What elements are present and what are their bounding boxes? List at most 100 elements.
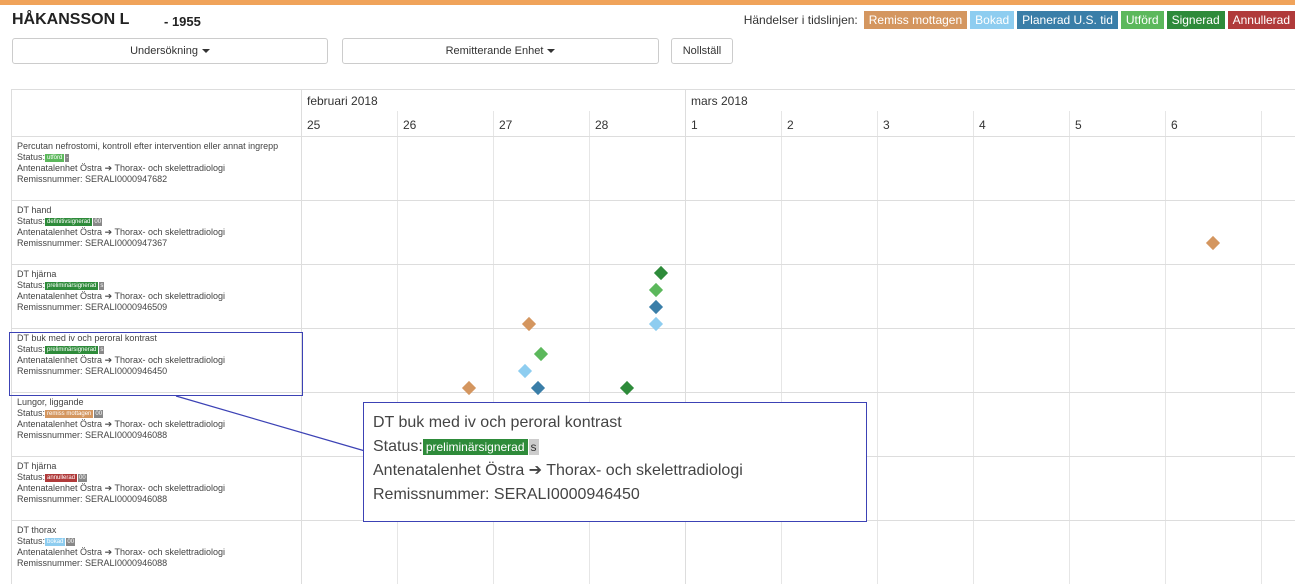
event-marker-bokad[interactable] <box>517 363 532 379</box>
legend-bokad[interactable]: Bokad <box>970 11 1015 29</box>
exam-remiss: Remissnummer: SERALI0000946088 <box>17 430 225 441</box>
exam-row[interactable]: DT thorax Status: bokad 00 Antenatalenhet Ös… <box>17 525 225 569</box>
route-from: Antenatalenhet Östra <box>17 483 103 493</box>
day-header: 26 <box>403 118 417 132</box>
arrow-right-icon: ➔ <box>104 547 113 557</box>
callout-title: DT buk med iv och peroral kontrast <box>373 414 622 431</box>
callout-route-from: Antenatalenhet Östra <box>373 462 525 479</box>
month-header: februari 2018 <box>307 94 378 108</box>
exam-title: Lungor, liggande <box>17 397 84 407</box>
remiss-number: SERALI0000946088 <box>85 430 168 440</box>
undersokning-dropdown[interactable]: Undersökning <box>12 38 328 64</box>
row-divider <box>12 200 1295 201</box>
grid-column-line <box>973 111 974 584</box>
exam-status: Status: bokad 00 <box>17 536 225 547</box>
exam-remiss: Remissnummer: SERALI0000946088 <box>17 494 225 505</box>
exam-route: Antenatalenhet Östra ➔ Thorax- och skele… <box>17 419 225 430</box>
detail-tooltip: DT buk med iv och peroral kontrast Statu… <box>363 402 867 522</box>
remiss-label: Remissnummer: <box>17 494 83 504</box>
callout-remiss-number: SERALI0000946450 <box>493 486 640 503</box>
grid-column-line <box>877 111 878 584</box>
exam-route: Antenatalenhet Östra ➔ Thorax- och skele… <box>17 291 225 302</box>
callout-status: Status: preliminärsignerad s <box>373 435 857 459</box>
route-from: Antenatalenhet Östra <box>17 291 103 301</box>
exam-row[interactable]: Percutan nefrostomi, kontroll efter inte… <box>17 141 278 185</box>
day-header: 4 <box>979 118 986 132</box>
callout-status-badge: preliminärsignerad <box>422 438 528 455</box>
day-header: 2 <box>787 118 794 132</box>
remiss-label: Remissnummer: <box>17 558 83 568</box>
arrow-right-icon: ➔ <box>104 291 113 301</box>
callout-status-label: Status: <box>373 438 423 455</box>
route-to: Thorax- och skelettradiologi <box>114 547 226 557</box>
exam-route: Antenatalenhet Östra ➔ Thorax- och skele… <box>17 547 225 558</box>
callout-remiss-label: Remissnummer: <box>373 486 490 503</box>
top-accent-bar <box>0 0 1295 5</box>
route-to: Thorax- och skelettradiologi <box>114 291 226 301</box>
remiss-label: Remissnummer: <box>17 302 83 312</box>
exam-route: Antenatalenhet Östra ➔ Thorax- och skele… <box>17 163 278 174</box>
header-divider <box>12 136 1295 137</box>
event-marker-planerad[interactable] <box>649 299 664 315</box>
row-divider <box>12 264 1295 265</box>
exam-status: Status: annullerad 00 <box>17 472 225 483</box>
remitterande-label: Remitterande Enhet <box>445 45 544 57</box>
callout-status-code: s <box>528 438 539 455</box>
exam-title: DT hjärna <box>17 269 57 279</box>
grid-column-line <box>1165 111 1166 584</box>
exam-row[interactable]: DT hjärna Status: preliminärsignerad s Anten… <box>17 269 225 313</box>
reset-button[interactable]: Nollställ <box>671 38 733 64</box>
legend-label: Händelser i tidslinjen: <box>743 13 858 27</box>
chevron-down-icon <box>201 49 210 53</box>
event-marker-utford[interactable] <box>649 282 664 298</box>
exam-remiss: Remissnummer: SERALI0000947367 <box>17 238 225 249</box>
exam-row[interactable]: DT hand Status: definitivsignerad 00 Antenat… <box>17 205 225 249</box>
route-from: Antenatalenhet Östra <box>17 227 103 237</box>
legend-utford[interactable]: Utförd <box>1120 11 1164 29</box>
status-badge: annullerad <box>45 473 78 482</box>
exam-status: Status: preliminärsignerad s <box>17 280 225 291</box>
exam-row[interactable]: Lungor, liggande Status: remiss mottagen 00… <box>17 397 225 441</box>
callout-route-to: Thorax- och skelettradiologi <box>546 462 743 479</box>
remiss-number: SERALI0000947682 <box>85 174 168 184</box>
remiss-number: SERALI0000946088 <box>85 558 168 568</box>
status-label: Status: <box>17 152 46 162</box>
day-header: 1 <box>691 118 698 132</box>
route-to: Thorax- och skelettradiologi <box>114 163 226 173</box>
status-badge: preliminärsignerad <box>45 281 99 290</box>
exam-status: Status: remiss mottagen 00 <box>17 408 225 419</box>
status-label: Status: <box>17 408 46 418</box>
event-marker-remiss[interactable] <box>1205 235 1221 251</box>
undersokning-label: Undersökning <box>130 45 198 57</box>
row-highlight <box>9 332 303 396</box>
exam-route: Antenatalenhet Östra ➔ Thorax- och skele… <box>17 227 225 238</box>
exam-title: DT thorax <box>17 525 57 535</box>
remiss-label: Remissnummer: <box>17 174 83 184</box>
status-code: 00 <box>93 217 103 226</box>
remiss-number: SERALI0000946509 <box>85 302 168 312</box>
exam-route: Antenatalenhet Östra ➔ Thorax- och skele… <box>17 483 225 494</box>
event-marker-utford[interactable] <box>533 346 549 362</box>
exam-remiss: Remissnummer: SERALI0000947682 <box>17 174 278 185</box>
exam-row[interactable]: DT hjärna Status: annullerad 00 Antenatalenh… <box>17 461 225 505</box>
day-header: 27 <box>499 118 513 132</box>
patient-birth-year: - 1955 <box>164 14 201 29</box>
legend-remiss-mottagen[interactable]: Remiss mottagen <box>863 11 968 29</box>
exam-status: Status: definitivsignerad 00 <box>17 216 225 227</box>
route-to: Thorax- och skelettradiologi <box>114 419 226 429</box>
status-code: 00 <box>66 537 76 546</box>
legend-annullerad[interactable]: Annullerad <box>1227 11 1295 29</box>
callout-route: Antenatalenhet Östra ➔ Thorax- och skele… <box>373 459 857 483</box>
chevron-down-icon <box>547 49 556 53</box>
reset-label: Nollställ <box>682 45 722 57</box>
remitterande-enhet-dropdown[interactable]: Remitterande Enhet <box>342 38 659 64</box>
arrow-right-icon: ➔ <box>528 462 543 479</box>
legend-planerad[interactable]: Planerad U.S. tid <box>1017 11 1118 29</box>
legend-signerad[interactable]: Signerad <box>1166 11 1225 29</box>
day-header: 3 <box>883 118 890 132</box>
status-badge: bokad <box>45 537 66 546</box>
day-header: 28 <box>595 118 609 132</box>
timeline-legend: Händelser i tidslinjen: Remiss mottagen … <box>744 11 1295 29</box>
event-marker-signerad[interactable] <box>653 265 669 281</box>
exam-remiss: Remissnummer: SERALI0000946088 <box>17 558 225 569</box>
